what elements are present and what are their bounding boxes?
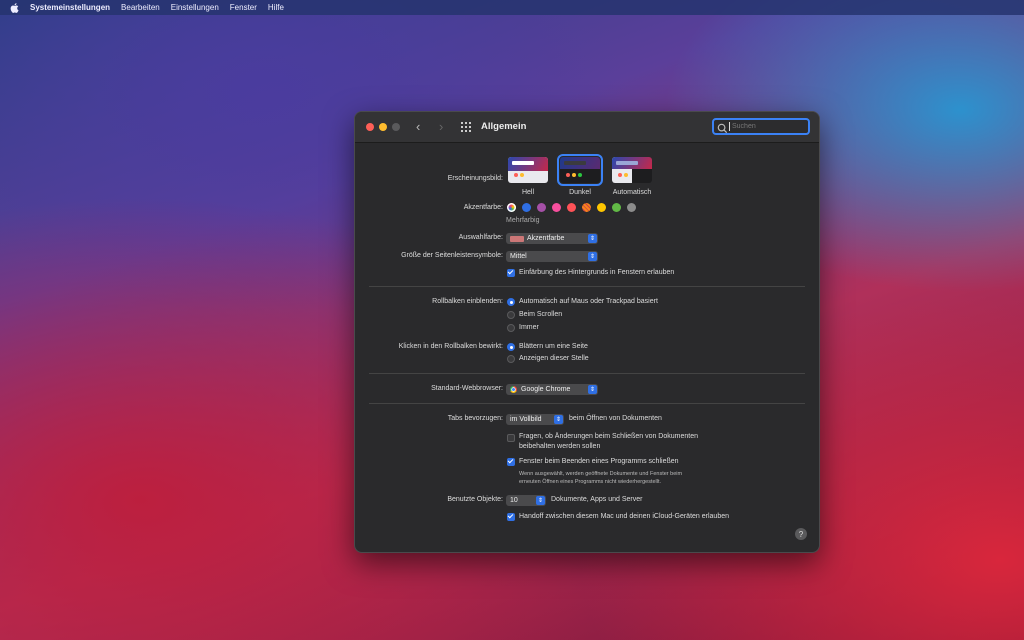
help-button[interactable]: ? <box>795 528 807 540</box>
scrollbars-label: Rollbalken einblenden: <box>432 298 503 305</box>
forward-icon[interactable]: › <box>439 119 443 134</box>
accent-green-swatch[interactable] <box>612 203 621 212</box>
appearance-auto-caption: Automatisch <box>612 189 652 196</box>
appearance-light-caption: Hell <box>521 189 535 196</box>
click-scrollbar-label: Klicken in den Rollbalken bewirkt: <box>398 343 503 350</box>
apple-icon[interactable] <box>8 2 20 14</box>
accent-purple-swatch[interactable] <box>537 203 546 212</box>
window-title: Allgemein <box>481 121 527 132</box>
close-windows-label: Fenster beim Beenden eines Programms sch… <box>519 458 679 465</box>
recent-items-suffix: Dokumente, Apps und Server <box>551 496 643 503</box>
highlight-value: Akzentfarbe <box>527 235 565 242</box>
tabs-value: im Vollbild <box>510 416 542 423</box>
accent-pink-swatch[interactable] <box>552 203 561 212</box>
scrollbars-scrolling-radio[interactable] <box>507 311 515 319</box>
appearance-dark-thumb[interactable] <box>557 154 603 186</box>
menu-bar: Systemeinstellungen Bearbeiten Einstellu… <box>0 0 1024 15</box>
tabs-label: Tabs bevorzugen: <box>447 415 503 422</box>
click-scrollbar-spot-radio[interactable] <box>507 355 515 363</box>
highlight-popup[interactable]: Akzentfarbe ⇕ <box>506 233 598 244</box>
sidebar-size-value: Mittel <box>510 253 527 260</box>
tabs-popup[interactable]: im Vollbild ⇕ <box>506 414 564 425</box>
menu-hilfe[interactable]: Hilfe <box>268 3 284 12</box>
popup-chevron-icon: ⇕ <box>588 252 597 261</box>
appearance-dark-caption: Dunkel <box>569 189 591 196</box>
recent-items-label: Benutzte Objekte: <box>447 496 503 503</box>
accent-swatches <box>507 203 637 213</box>
scrollbars-auto-radio[interactable] <box>507 298 515 306</box>
menu-systemeinstellungen[interactable]: Systemeinstellungen <box>30 3 110 12</box>
accent-blue-swatch[interactable] <box>522 203 531 212</box>
title-bar: ‹ › Allgemein <box>355 112 819 143</box>
preferences-window: ‹ › Allgemein Erscheinungsbild: Hell <box>354 111 820 553</box>
separator <box>369 373 805 374</box>
close-windows-checkbox[interactable] <box>507 458 515 466</box>
popup-chevron-icon: ⇕ <box>588 385 597 394</box>
popup-chevron-icon: ⇕ <box>536 496 545 505</box>
recent-items-popup[interactable]: 10 ⇕ <box>506 495 546 506</box>
ask-keep-changes-checkbox[interactable] <box>507 434 515 442</box>
click-scrollbar-page-radio[interactable] <box>507 343 515 351</box>
search-field[interactable] <box>712 118 810 135</box>
search-input[interactable] <box>732 123 802 130</box>
click-scrollbar-spot-label: Anzeigen dieser Stelle <box>519 355 589 362</box>
browser-label: Standard-Webbrowser: <box>431 385 503 392</box>
highlight-swatch-icon <box>510 235 524 242</box>
accent-yellow-swatch[interactable] <box>597 203 606 212</box>
menu-bearbeiten[interactable]: Bearbeiten <box>121 3 160 12</box>
show-all-grid-icon[interactable] <box>461 122 471 132</box>
ask-keep-changes-line2: beibehalten werden sollen <box>519 443 601 450</box>
scrollbars-always-radio[interactable] <box>507 324 515 332</box>
browser-popup[interactable]: Google Chrome ⇕ <box>506 384 598 395</box>
accent-graphite-swatch[interactable] <box>627 203 636 212</box>
handoff-checkbox[interactable] <box>507 513 515 521</box>
wallpaper-tint-label: Einfärbung des Hintergrunds in Fenstern … <box>519 269 675 276</box>
close-windows-note-line1: Wenn ausgewählt, werden geöffnete Dokume… <box>519 471 683 477</box>
ask-keep-changes-line1: Fragen, ob Änderungen beim Schließen von… <box>519 433 698 440</box>
accent-caption: Mehrfarbig <box>506 217 540 224</box>
browser-value: Google Chrome <box>521 386 571 393</box>
sidebar-size-popup[interactable]: Mittel ⇕ <box>506 251 598 262</box>
accent-red-swatch[interactable] <box>567 203 576 212</box>
separator <box>369 286 805 287</box>
minimize-button[interactable] <box>379 123 387 131</box>
scrollbars-auto-label: Automatisch auf Maus oder Trackpad basie… <box>519 298 658 305</box>
chrome-icon <box>510 386 517 393</box>
close-button[interactable] <box>366 123 374 131</box>
accent-multicolor-swatch[interactable] <box>507 203 516 212</box>
tabs-suffix: beim Öffnen von Dokumenten <box>569 415 662 422</box>
scrollbars-always-label: Immer <box>519 324 539 331</box>
separator <box>369 403 805 404</box>
highlight-label: Auswahlfarbe: <box>458 234 503 241</box>
click-scrollbar-page-label: Blättern um eine Seite <box>519 343 588 350</box>
back-icon[interactable]: ‹ <box>416 119 420 134</box>
accent-orange-swatch[interactable] <box>582 203 591 212</box>
text-cursor <box>729 122 730 131</box>
appearance-label: Erscheinungsbild: <box>447 175 503 182</box>
accent-label: Akzentfarbe: <box>463 204 503 211</box>
appearance-light-thumb[interactable] <box>508 157 548 183</box>
popup-chevron-icon: ⇕ <box>554 415 563 424</box>
search-icon <box>717 121 729 133</box>
recent-items-value: 10 <box>510 497 518 504</box>
popup-chevron-icon: ⇕ <box>588 234 597 243</box>
menu-fenster[interactable]: Fenster <box>230 3 257 12</box>
menu-einstellungen[interactable]: Einstellungen <box>171 3 219 12</box>
zoom-button[interactable] <box>392 123 400 131</box>
wallpaper-tint-checkbox[interactable] <box>507 269 515 277</box>
handoff-label: Handoff zwischen diesem Mac und deinen i… <box>519 513 729 520</box>
sidebar-size-label: Größe der Seitenleistensymbole: <box>401 252 503 259</box>
scrollbars-scrolling-label: Beim Scrollen <box>519 311 563 318</box>
appearance-auto-thumb[interactable] <box>612 157 652 183</box>
close-windows-note-line2: erneuten Öffnen eines Programms nicht wi… <box>519 479 662 485</box>
